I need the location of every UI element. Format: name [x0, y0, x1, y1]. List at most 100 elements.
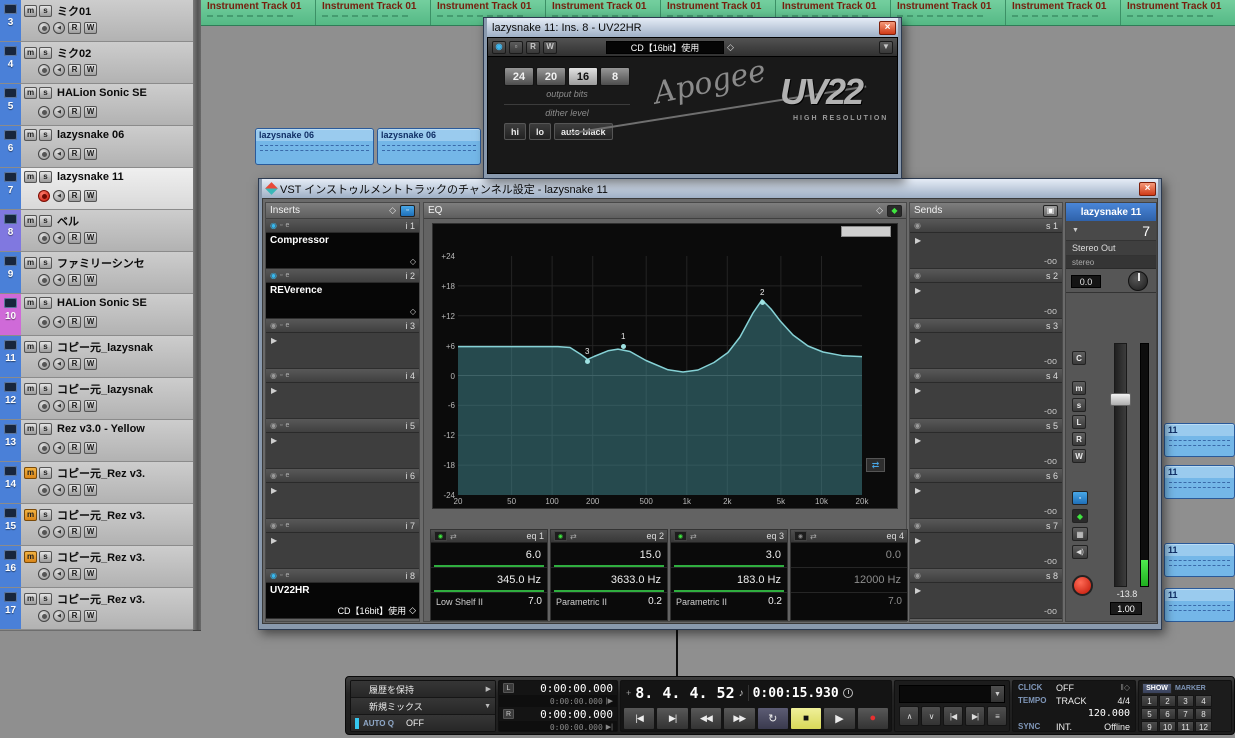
send-slot[interactable]: ◉ s 3 ▶ -oo: [910, 319, 1062, 369]
solo-button[interactable]: s: [39, 215, 52, 227]
preset-diamond-icon[interactable]: ◇: [410, 257, 416, 266]
insert-preset-row[interactable]: CD【16bit】使用 ◇: [338, 604, 416, 617]
expand-arrow-icon[interactable]: ▶: [915, 386, 921, 395]
eq-band-invert-icon[interactable]: ⇄: [690, 532, 697, 541]
marker-7-button[interactable]: 7: [1177, 708, 1194, 720]
plugin-power-icon[interactable]: ◉: [492, 40, 506, 54]
insert-edit-icon[interactable]: e: [285, 422, 289, 429]
close-icon[interactable]: ×: [1139, 181, 1156, 196]
insert-bypass-icon[interactable]: ▫: [280, 572, 282, 579]
send-power-icon[interactable]: ◉: [914, 571, 921, 580]
time-signature[interactable]: 4/4: [1117, 696, 1130, 706]
show-markers-button[interactable]: SHOW: [1142, 682, 1172, 694]
record-arm-button[interactable]: [38, 232, 50, 244]
read-automation-button[interactable]: R: [68, 358, 81, 370]
insert-slot-body[interactable]: ▶ ◇: [266, 533, 419, 568]
insert-power-icon[interactable]: ◉: [270, 521, 277, 530]
monitor-button[interactable]: ◀: [53, 316, 65, 328]
monitor-button[interactable]: ◀: [53, 232, 65, 244]
record-arm-button[interactable]: [38, 106, 50, 118]
arrange-track-header[interactable]: Instrument Track 01: [891, 0, 1006, 25]
track-name[interactable]: HALion Sonic SE: [57, 87, 147, 99]
preset-field[interactable]: CD【16bit】使用: [606, 40, 724, 54]
fader-handle[interactable]: [1110, 393, 1131, 406]
eq-state-icon[interactable]: ◆: [1072, 509, 1088, 523]
track-row[interactable]: 16 m s コピー元_Rez v3. ◀ R W: [0, 546, 193, 588]
track-name[interactable]: コピー元_lazysnak: [57, 381, 153, 397]
position-time-display[interactable]: 0:00:15.930: [753, 686, 839, 701]
arrange-track-header[interactable]: Instrument Track 01: [1121, 0, 1235, 25]
read-automation-button[interactable]: R: [68, 274, 81, 286]
write-automation-button[interactable]: W: [84, 358, 97, 370]
fader-track[interactable]: [1114, 343, 1127, 587]
send-slot-body[interactable]: ▶ -oo: [910, 483, 1062, 518]
read-automation-button[interactable]: R: [68, 190, 81, 202]
solo-button[interactable]: s: [39, 297, 52, 309]
mute-button[interactable]: m: [24, 509, 37, 521]
mute-button[interactable]: m: [24, 87, 37, 99]
mute-button[interactable]: m: [24, 47, 37, 59]
playhead-cursor[interactable]: [676, 630, 678, 676]
track-name[interactable]: コピー元_Rez v3.: [57, 549, 145, 565]
read-automation-button[interactable]: R: [68, 400, 81, 412]
solo-button[interactable]: s: [39, 5, 52, 17]
arranger-dropdown[interactable]: ▼: [899, 685, 1005, 703]
eq-band-freq[interactable]: 3633.0 Hz: [551, 568, 667, 593]
monitor-button[interactable]: ◀: [53, 484, 65, 496]
send-slot[interactable]: ◉ s 8 ▶ -oo: [910, 569, 1062, 619]
expand-arrow-icon[interactable]: ▶: [915, 286, 921, 295]
read-automation-button[interactable]: R: [68, 526, 81, 538]
close-icon[interactable]: ×: [879, 20, 896, 35]
marker-10-button[interactable]: 10: [1159, 721, 1176, 731]
channel-name[interactable]: lazysnake 11: [1066, 203, 1156, 221]
bit-depth-20-button[interactable]: 20: [536, 67, 566, 86]
rewind-button[interactable]: ◀◀: [689, 706, 723, 730]
audio-clip[interactable]: 11: [1164, 588, 1235, 622]
send-power-icon[interactable]: ◉: [914, 371, 921, 380]
write-automation-button[interactable]: W: [84, 64, 97, 76]
eq-band-gain[interactable]: 6.0: [431, 543, 547, 568]
mute-button[interactable]: m: [24, 5, 37, 17]
write-automation-button[interactable]: W: [84, 568, 97, 580]
send-power-icon[interactable]: ◉: [914, 521, 921, 530]
plugin-write-button[interactable]: W: [543, 40, 557, 54]
monitor-button[interactable]: ◀: [53, 442, 65, 454]
send-slot-body[interactable]: ▶ -oo: [910, 383, 1062, 418]
preset-diamond-icon[interactable]: ◇: [410, 307, 416, 316]
write-automation-button[interactable]: W: [84, 232, 97, 244]
read-automation-button[interactable]: R: [68, 106, 81, 118]
click-row[interactable]: CLICK OFF ‖◇: [1013, 681, 1135, 694]
write-automation-button[interactable]: W: [84, 442, 97, 454]
eq-band-power-button[interactable]: ◉: [794, 531, 807, 541]
monitor-icon[interactable]: ◀): [1072, 545, 1088, 559]
tempo-row[interactable]: TEMPO TRACK 4/4: [1013, 694, 1135, 707]
insert-slot[interactable]: ◉ ▫ e i 3 ▶ ◇: [266, 319, 419, 369]
preset-diamond-icon[interactable]: ◇: [727, 42, 734, 53]
eq-band-gain[interactable]: 15.0: [551, 543, 667, 568]
chevron-down-icon[interactable]: ▼: [1072, 227, 1079, 234]
channel-w-button[interactable]: W: [1072, 449, 1086, 463]
solo-button[interactable]: s: [39, 87, 52, 99]
monitor-button[interactable]: ◀: [53, 190, 65, 202]
solo-button[interactable]: s: [39, 341, 52, 353]
channel-window-titlebar[interactable]: VST インストゥルメントトラックのチャンネル設定 - lazysnake 11…: [262, 179, 1158, 198]
track-row[interactable]: 7 m s lazysnake 11 ◀ R W: [0, 168, 193, 210]
eq-band-invert-icon[interactable]: ⇄: [810, 532, 817, 541]
monitor-button[interactable]: ◀: [53, 358, 65, 370]
insert-slot[interactable]: ◉ ▫ e i 2 ▶ REVerence ◇: [266, 269, 419, 319]
marker-12-button[interactable]: 12: [1195, 721, 1212, 731]
chevron-down-icon[interactable]: ▼: [991, 686, 1004, 702]
insert-bypass-icon[interactable]: ▫: [280, 272, 282, 279]
write-automation-button[interactable]: W: [84, 400, 97, 412]
send-slot-body[interactable]: ▶ -oo: [910, 283, 1062, 318]
insert-slot-body[interactable]: ▶ ◇: [266, 383, 419, 418]
send-power-icon[interactable]: ◉: [914, 421, 921, 430]
eq-band-power-button[interactable]: ◉: [674, 531, 687, 541]
insert-bypass-icon[interactable]: ▫: [280, 322, 282, 329]
mute-button[interactable]: m: [24, 341, 37, 353]
stop-button[interactable]: ■: [789, 706, 823, 730]
marker-6-button[interactable]: 6: [1159, 708, 1176, 720]
eq-band-q[interactable]: 0.2: [648, 596, 662, 607]
insert-edit-icon[interactable]: e: [285, 322, 289, 329]
write-automation-button[interactable]: W: [84, 484, 97, 496]
